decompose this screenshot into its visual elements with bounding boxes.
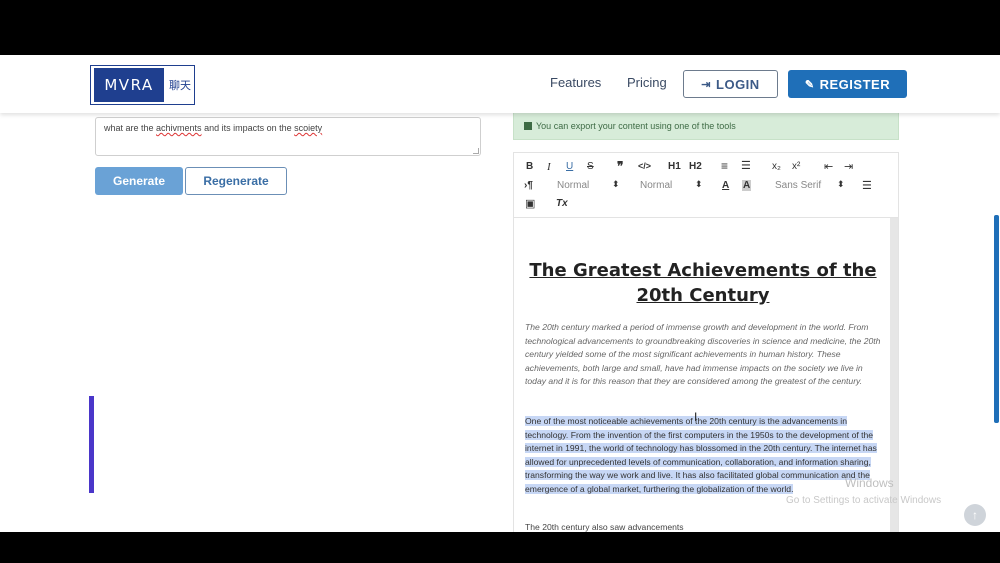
- rich-text-editor[interactable]: The Greatest Achievements of the 20th Ce…: [513, 218, 899, 532]
- prompt-textarea[interactable]: what are the achivments and its impacts …: [95, 117, 481, 156]
- clear-format-icon[interactable]: Tx: [556, 198, 568, 209]
- align-icon[interactable]: ☰: [862, 179, 872, 192]
- document-paragraph: The 20th century also saw advancements: [525, 522, 684, 532]
- export-notice: You can export your content using one of…: [513, 112, 899, 140]
- login-button[interactable]: ⇥ LOGIN: [683, 70, 778, 98]
- background-color-button[interactable]: A: [742, 180, 752, 191]
- text-direction-icon[interactable]: ›¶: [524, 180, 533, 191]
- indent-icon[interactable]: ⇥: [844, 160, 853, 173]
- prompt-text-part: what are the: [104, 123, 157, 133]
- subscript-button[interactable]: x₂: [772, 161, 781, 172]
- strike-button[interactable]: S: [587, 161, 594, 172]
- register-button[interactable]: ✎ REGISTER: [788, 70, 907, 98]
- logo-chinese-text: 聊天: [169, 79, 191, 92]
- editor-toolbar: B I U S ❞ </> H1 H2 ≡ ☰ x₂ x² ⇤ ⇥ ›¶ Nor…: [513, 152, 899, 218]
- document-paragraph-selected: One of the most noticeable achievements …: [525, 415, 881, 496]
- header-select[interactable]: Normal: [640, 180, 672, 191]
- info-icon: [524, 122, 532, 130]
- logo-wordmark: MVRA: [94, 68, 164, 102]
- logo[interactable]: MVRA 聊天: [90, 65, 195, 105]
- chevron-updown-icon[interactable]: ⬍: [612, 179, 620, 190]
- superscript-button[interactable]: x²: [792, 161, 800, 172]
- watermark-title: Windows: [845, 476, 894, 490]
- notice-text: You can export your content using one of…: [536, 121, 736, 131]
- login-label: LOGIN: [716, 76, 760, 92]
- generate-button[interactable]: Generate: [95, 167, 183, 195]
- outdent-icon[interactable]: ⇤: [824, 160, 833, 173]
- chevron-updown-icon[interactable]: ⬍: [837, 179, 845, 190]
- scroll-to-top-icon[interactable]: ↑: [964, 504, 986, 526]
- nav-features-link[interactable]: Features: [550, 75, 601, 90]
- chevron-updown-icon[interactable]: ⬍: [695, 179, 703, 190]
- resize-grip-icon[interactable]: [473, 148, 479, 154]
- watermark-subtitle: Go to Settings to activate Windows: [786, 495, 942, 506]
- header1-button[interactable]: H1: [668, 161, 681, 172]
- top-navbar: MVRA 聊天 Features Pricing ⇥ LOGIN ✎ REGIS…: [0, 55, 1000, 113]
- ordered-list-icon[interactable]: ≡: [721, 159, 728, 173]
- edit-icon: ✎: [804, 78, 815, 91]
- selected-text: One of the most noticeable achievements …: [525, 416, 877, 494]
- font-select[interactable]: Sans Serif: [775, 180, 821, 191]
- size-select[interactable]: Normal: [557, 180, 589, 191]
- video-frame: MVRA 聊天 Features Pricing ⇥ LOGIN ✎ REGIS…: [0, 0, 1000, 563]
- register-label: REGISTER: [819, 76, 891, 92]
- regenerate-button[interactable]: Regenerate: [185, 167, 287, 195]
- blockquote-button[interactable]: ❞: [617, 159, 623, 173]
- prompt-misspelled-word: scoiety: [294, 123, 323, 133]
- image-icon[interactable]: ▣: [525, 197, 535, 210]
- nav-pricing-link[interactable]: Pricing: [627, 75, 667, 90]
- text-color-button[interactable]: A: [722, 180, 729, 191]
- login-icon: ⇥: [701, 78, 712, 91]
- underline-button[interactable]: U: [566, 161, 573, 172]
- bullet-list-icon[interactable]: ☰: [741, 159, 751, 172]
- document-title: The Greatest Achievements of the 20th Ce…: [529, 260, 877, 306]
- document-paragraph: The 20th century marked a period of imme…: [525, 322, 881, 386]
- page-scrollbar[interactable]: [994, 215, 999, 423]
- accent-bar: [89, 396, 94, 493]
- editor-panel: You can export your content using one of…: [513, 102, 899, 532]
- browser-viewport: MVRA 聊天 Features Pricing ⇥ LOGIN ✎ REGIS…: [0, 55, 1000, 532]
- prompt-misspelled-word: achivments: [156, 123, 202, 133]
- bold-button[interactable]: B: [526, 161, 533, 172]
- italic-button[interactable]: I: [547, 161, 551, 173]
- code-block-button[interactable]: </>: [638, 161, 651, 171]
- prompt-text-part: and its impacts on the: [201, 123, 295, 133]
- header2-button[interactable]: H2: [689, 161, 702, 172]
- text-cursor-icon: I: [694, 410, 698, 424]
